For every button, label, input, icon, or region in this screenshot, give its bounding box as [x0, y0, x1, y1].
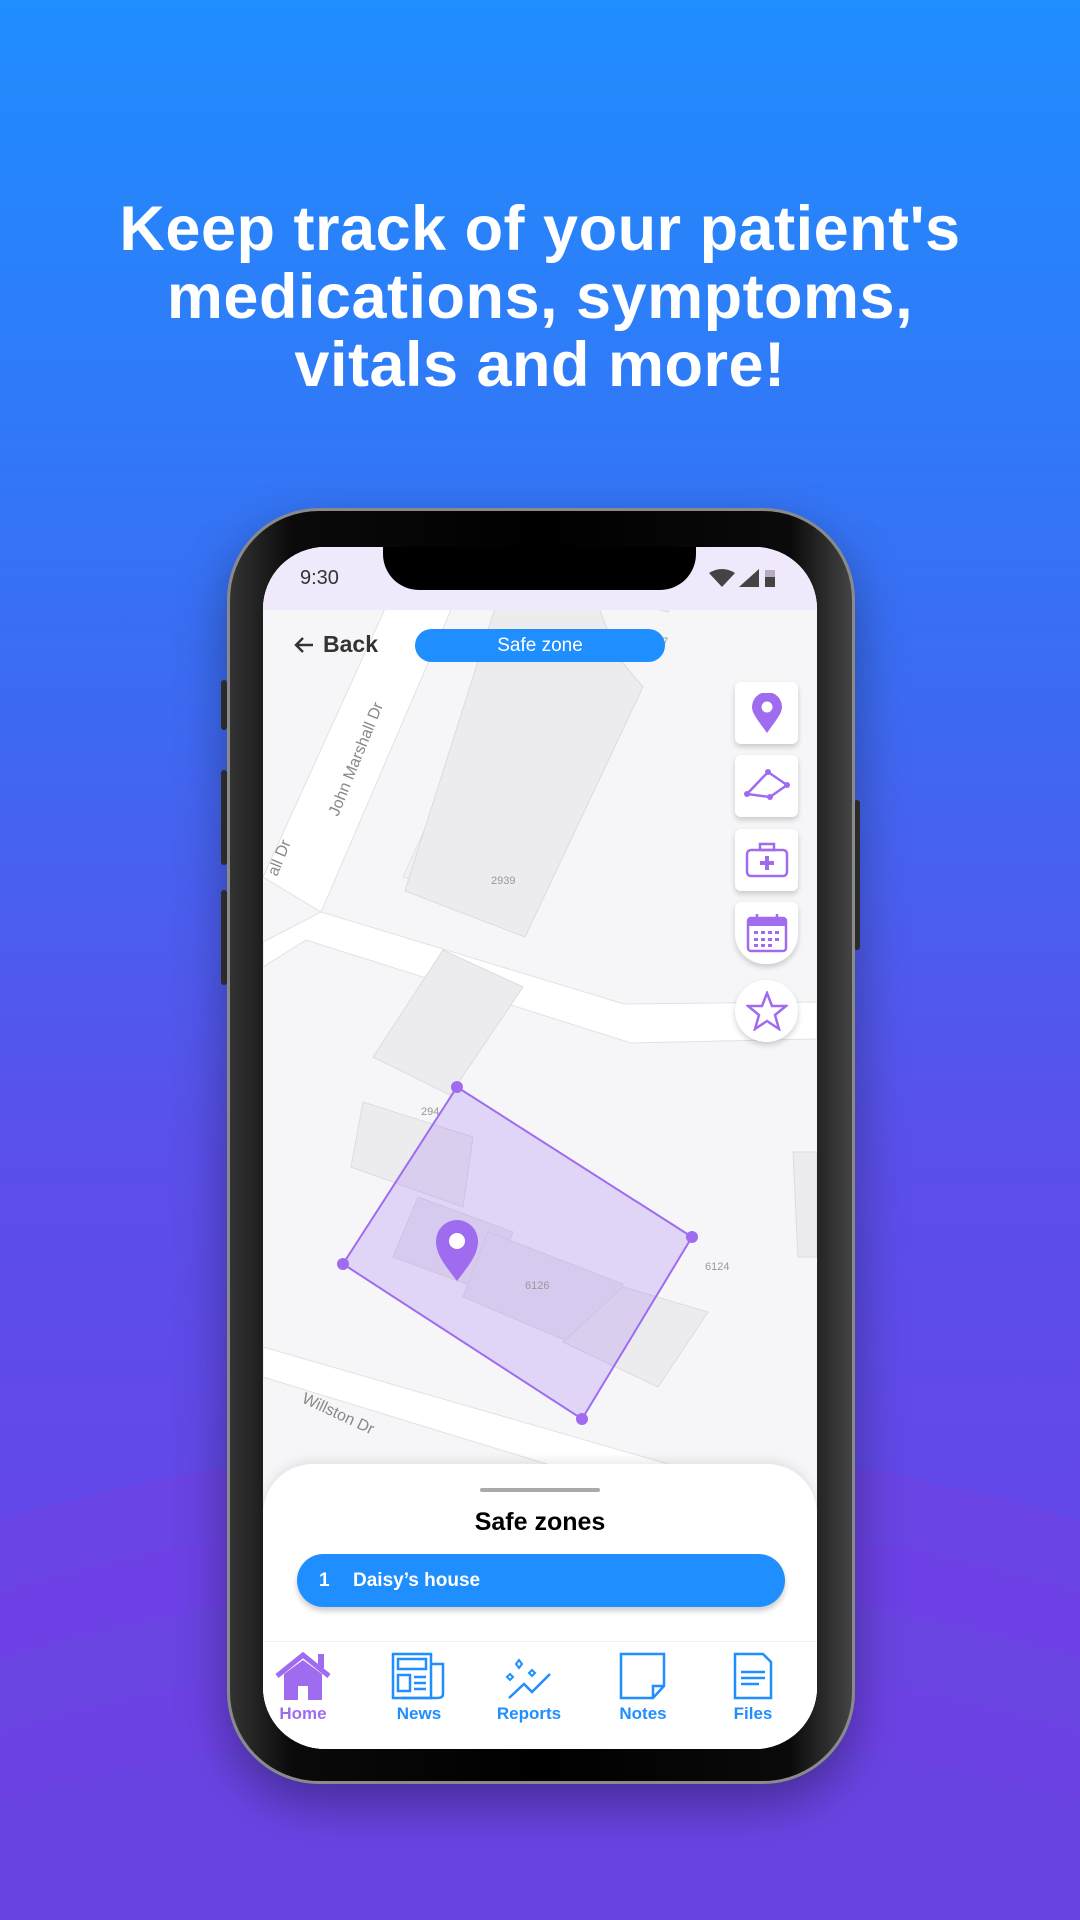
building-label: 294 [421, 1106, 439, 1118]
calendar-icon [746, 914, 787, 953]
building-label: 2939 [491, 875, 515, 887]
wifi-icon [709, 569, 735, 587]
phone-screen: John Marshall Dr all Dr Willston Dr 2939… [263, 547, 817, 1749]
polygon-button[interactable] [735, 755, 798, 817]
arrow-left-icon [294, 636, 313, 653]
location-pin-icon [751, 693, 782, 733]
newspaper-icon [391, 1652, 445, 1700]
location-pin-button[interactable] [735, 682, 798, 744]
status-icons [709, 569, 775, 587]
nav-reports[interactable]: Reports [479, 1652, 579, 1724]
notch [383, 547, 696, 590]
building-label: 6126 [525, 1280, 549, 1292]
drag-handle[interactable] [480, 1488, 600, 1492]
polygon-icon [743, 769, 790, 800]
nav-notes[interactable]: Notes [593, 1652, 693, 1724]
note-icon [619, 1652, 666, 1700]
home-icon [275, 1652, 331, 1700]
medical-kit-icon [745, 842, 788, 878]
page-title: Safe zone [415, 629, 665, 662]
star-icon [745, 991, 788, 1031]
favorite-button[interactable] [735, 980, 798, 1042]
nav-files[interactable]: Files [703, 1652, 803, 1724]
nav-news[interactable]: News [369, 1652, 469, 1724]
nav-home[interactable]: Home [263, 1652, 353, 1724]
bottom-nav: Home News Reports Notes Files [263, 1641, 817, 1749]
signal-icon [739, 569, 759, 587]
calendar-button[interactable] [735, 902, 798, 964]
medical-kit-button[interactable] [735, 829, 798, 891]
headline: Keep track of your patient's medications… [119, 194, 961, 400]
building-label: 6124 [705, 1261, 729, 1273]
sheet-title: Safe zones [474, 1508, 606, 1536]
reports-icon [505, 1658, 551, 1699]
safe-zone-item[interactable]: 1 Daisy’s house [297, 1554, 785, 1607]
file-icon [733, 1652, 773, 1700]
back-button[interactable]: Back [293, 631, 378, 658]
